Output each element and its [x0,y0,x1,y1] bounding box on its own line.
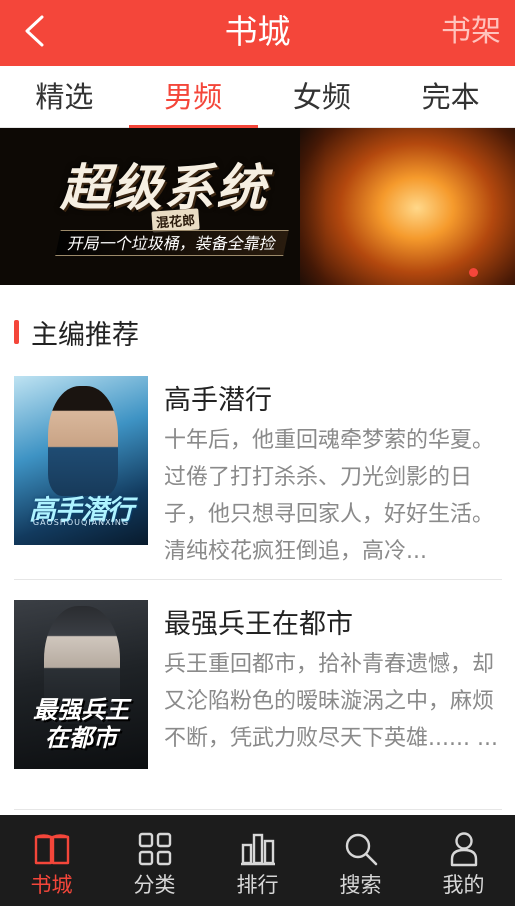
book-description: 兵王重回都市，拾补青春遗憾，却又沦陷粉色的暧昧漩涡之中，麻烦不断，凭武力败尽天下… [164,652,498,751]
book-icon [32,829,72,869]
nav-item-profile[interactable]: 我的 [412,815,515,906]
banner-slogan: 开局一个垃圾桶，装备全靠捡 [55,230,289,256]
cover-title-line: 最强兵王 [33,696,129,724]
grid-icon [135,829,175,869]
book-cover[interactable]: 最强兵王 在都市 [14,600,148,769]
book-description: 十年后，他重回魂牵梦萦的华夏。过倦了打打杀杀、刀光剑影的日子，他只想寻回家人，好… [164,428,495,564]
nav-item-bookstore[interactable]: 书城 [0,815,103,906]
nav-label: 我的 [442,873,485,897]
tab-featured[interactable]: 精选 [0,66,129,127]
chevron-left-icon [23,14,45,52]
page-title: 书城 [224,12,291,51]
book-item[interactable]: 最强兵王 在都市 最强兵王在都市 兵王重回都市，拾补青春遗憾，却又沦陷粉色的暧昧… [14,600,502,810]
tab-male[interactable]: 男频 [128,66,258,128]
nav-label: 分类 [133,873,176,897]
top-bar: 书城 书架 [0,0,515,66]
section-title: 主编推荐 [31,319,139,351]
banner-title: 超级系统 [60,158,268,217]
category-tabs: 精选 男频 女频 完本 [0,66,515,128]
cover-title-line: 在都市 [45,724,117,752]
book-title[interactable]: 高手潜行 [164,378,272,417]
nav-item-ranking[interactable]: 排行 [206,815,309,906]
nav-item-search[interactable]: 搜索 [309,815,412,906]
tab-female[interactable]: 女频 [258,66,387,127]
cover-subtitle: GAOSHOUQIANXING [32,518,130,527]
person-icon [444,829,484,869]
ranking-icon [238,829,278,869]
section-accent-bar [14,320,19,344]
section-header: 主编推荐 [14,316,139,351]
banner-page-indicator [469,268,478,277]
book-title[interactable]: 最强兵王在都市 [164,602,353,641]
book-cover[interactable]: 高手潜行 GAOSHOUQIANXING [14,376,148,545]
nav-item-category[interactable]: 分类 [103,815,206,906]
nav-label: 排行 [236,873,279,897]
tab-completed[interactable]: 完本 [386,66,515,127]
nav-label: 搜索 [339,873,382,897]
cover-title: 最强兵王 在都市 [14,696,148,752]
back-button[interactable] [10,8,58,58]
nav-label: 书城 [30,873,73,897]
banner-author: 混花郎 [151,208,200,233]
search-icon [341,829,381,869]
book-item[interactable]: 高手潜行 GAOSHOUQIANXING 高手潜行 十年后，他重回魂牵梦萦的华夏… [14,376,502,580]
cover-figure [48,386,118,496]
bookshelf-link[interactable]: 书架 [441,0,501,66]
bottom-navigation: 书城 分类 排行 搜索 我的 [0,815,515,906]
promo-banner[interactable]: 超级系统 混花郎 开局一个垃圾桶，装备全靠捡 [0,128,515,285]
